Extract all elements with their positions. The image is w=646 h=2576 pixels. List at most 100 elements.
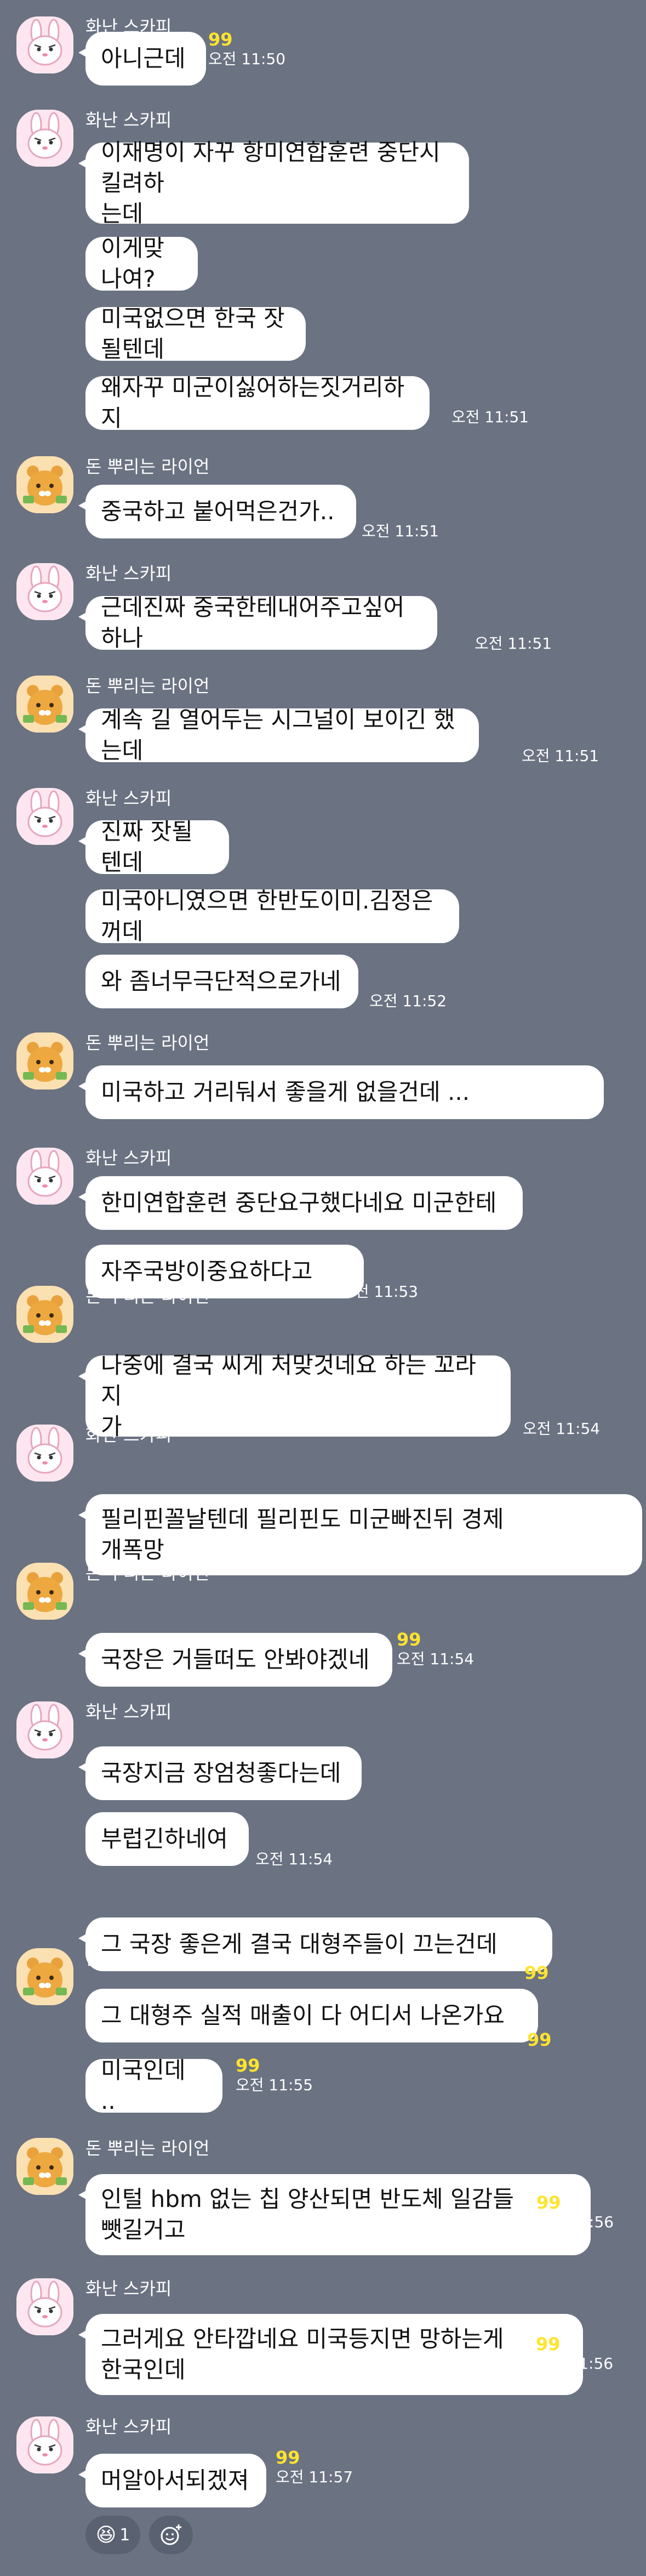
message-time: 오전 11:54 [255, 1850, 333, 1868]
lion-icon [16, 1948, 73, 2005]
message-meta: 99 오전 11:57 [276, 2448, 353, 2487]
message-text: 머알아서되겠져 [101, 2467, 249, 2494]
message-time: 오전 11:54 [397, 1650, 475, 1668]
message-bubble[interactable]: 한미연합훈련 중단요구했다네요 미군한테 [85, 1176, 523, 1230]
ryan-avatar[interactable] [16, 1948, 73, 2005]
message-meta: 오전 11:51 [475, 634, 552, 654]
message-bubble[interactable]: 계속 길 열어두는 시그널이 보이긴 했는데 [85, 706, 479, 764]
message-meta: 99 오전 11:55 [236, 2056, 313, 2095]
ryan-avatar[interactable] [16, 456, 73, 513]
sender-name: 돈 뿌리는 라이언 [85, 676, 210, 696]
reaction-count: 1 [119, 2525, 130, 2545]
lion-icon [16, 1563, 73, 1620]
message-text: 필리핀꼴날텐데 필리핀도 미군빠진뒤 경제 개폭망 [101, 1506, 504, 1563]
message-time: 오전 11:51 [451, 408, 529, 426]
message-time: 오전 11:51 [362, 522, 439, 540]
ryan-avatar[interactable] [16, 1032, 73, 1090]
message-time: 오전 11:57 [276, 2468, 353, 2486]
message-meta: 오전 11:51 [451, 407, 529, 427]
message-bubble[interactable]: 근데진짜 중국한테내어주고싶어하나 [85, 594, 437, 651]
message-text: 인털 hbm 없는 칩 양산되면 반도체 일감들 뺏길거고 [101, 2186, 514, 2243]
lion-icon [16, 1286, 73, 1343]
sender-name: 화난 스카피 [85, 563, 172, 584]
message-time: 오전 11:56 [536, 2213, 614, 2231]
chat-transcript[interactable]: 화난 스카피 화난 스카피 돈 뿌리는 라이언 화난 스카피 돈 뿌리는 라이언 화난 스… [0, 0, 646, 2576]
reaction-badge[interactable]: 😆 1 [85, 2516, 140, 2554]
message-text: 그러게요 안타깝네요 미국등지면 망하는게 한국인데 [101, 2325, 504, 2383]
message-time: 오전 11:54 [523, 1420, 601, 1438]
laughing-emoji-icon: 😆 [95, 2523, 117, 2546]
message-bubble[interactable]: 아니근데 [85, 32, 206, 86]
message-bubble[interactable]: 그 대형주 실적 매출이 다 어디서 나온가요 [85, 1989, 538, 2042]
message-time: 오전 11:56 [536, 2354, 614, 2373]
unread-count: 99 [397, 1629, 421, 1650]
message-bubble[interactable]: 그러게요 안타깝네요 미국등지면 망하는게 한국인데 [85, 2314, 583, 2395]
message-bubble[interactable]: 미국아니였으면 한반도이미.김정은꺼데 [85, 887, 459, 945]
message-bubble[interactable]: 미국인데 .. [85, 2057, 222, 2114]
message-text: 한미연합훈련 중단요구했다네요 미군한테 [101, 1189, 497, 1216]
message-bubble[interactable]: 국장지금 장엄청좋다는데 [85, 1746, 362, 1800]
lion-icon [16, 2138, 73, 2195]
message-text: 그 국장 좋은게 결국 대형주들이 끄는건데 [101, 1931, 498, 1957]
message-bubble[interactable]: 미국없으면 한국 잣될텐데 [85, 305, 306, 362]
message-bubble[interactable]: 국장은 거들떠도 안봐야겠네 [85, 1633, 392, 1687]
message-bubble[interactable]: 이게맞나여? [85, 235, 198, 292]
ryan-avatar[interactable] [16, 1286, 73, 1343]
message-bubble[interactable]: 나중에 결국 씨게 처맞것네요 하는 꼬라지 가 [85, 1352, 511, 1440]
message-text: 미국없으면 한국 잣될텐데 [101, 305, 285, 362]
message-text: 국장은 거들떠도 안봐야겠네 [101, 1646, 370, 1673]
message-bubble[interactable]: 진짜 잣될텐데 [85, 818, 229, 876]
message-time: 오전 11:54 [530, 1559, 608, 1577]
lion-icon [16, 456, 73, 513]
lion-icon [16, 676, 73, 733]
skapi-avatar[interactable] [16, 16, 73, 73]
message-meta: 오전 11:51 [362, 521, 439, 541]
message-bubble[interactable]: 인털 hbm 없는 칩 양산되면 반도체 일감들 뺏길거고 [85, 2174, 591, 2255]
sender-name: 화난 스카피 [85, 1148, 172, 1168]
message-time: 오전 11:51 [522, 747, 599, 765]
message-time: 오전 11:52 [369, 992, 447, 1010]
message-text: 진짜 잣될텐데 [101, 818, 193, 876]
message-text: 국장지금 장엄청좋다는데 [101, 1760, 341, 1786]
message-meta: 오전 11:54 [530, 1558, 608, 1578]
message-bubble[interactable]: 중국하고 붙어먹은건가.. [85, 485, 356, 538]
message-bubble[interactable]: 왜자꾸 미군이싫어하는짓거리하지 [85, 374, 430, 432]
ryan-avatar[interactable] [16, 1563, 73, 1620]
skapi-avatar[interactable] [16, 1425, 73, 1482]
skapi-avatar[interactable] [16, 110, 73, 167]
skapi-avatar[interactable] [16, 2278, 73, 2335]
ryan-avatar[interactable] [16, 676, 73, 733]
skapi-avatar[interactable] [16, 788, 73, 845]
message-text: 미국아니였으면 한반도이미.김정은꺼데 [101, 887, 433, 945]
message-meta: 99 [524, 1963, 549, 1983]
message-bubble[interactable]: 그 국장 좋은게 결국 대형주들이 끄는건데 [85, 1917, 552, 1971]
message-bubble[interactable]: 머알아서되겠져 [85, 2454, 266, 2507]
ryan-avatar[interactable] [16, 2138, 73, 2195]
bunny-icon [16, 1701, 73, 1758]
message-text: 아니근데 [101, 45, 186, 72]
message-bubble[interactable]: 부럽긴하네여 [85, 1812, 249, 1866]
lion-icon [16, 1032, 73, 1090]
skapi-avatar[interactable] [16, 1701, 73, 1758]
add-emoji-icon [161, 2524, 181, 2545]
message-bubble[interactable]: 이재명이 자꾸 항미연합훈련 중단시킬려하 는데 [85, 139, 469, 227]
message-meta: 99 [527, 2030, 552, 2050]
message-bubble[interactable]: 와 좀너무극단적으로가네 [85, 955, 358, 1008]
message-time: 오전 11:50 [208, 50, 286, 68]
message-meta: 오전 11:51 [522, 746, 599, 766]
message-meta: 오전 11:52 [369, 991, 447, 1011]
skapi-avatar[interactable] [16, 1148, 73, 1205]
message-meta: 99 오전 11:54 [397, 1630, 474, 1669]
message-text: 그 대형주 실적 매출이 다 어디서 나온가요 [101, 2002, 505, 2029]
skapi-avatar[interactable] [16, 2416, 73, 2473]
unread-count: 99 [276, 2447, 300, 2468]
message-meta: 99 오전 11:56 [536, 2193, 614, 2232]
message-bubble[interactable]: 자주국방이중요하다고 [85, 1245, 364, 1298]
add-reaction-button[interactable] [149, 2516, 193, 2554]
message-time: 오전 11:51 [475, 634, 552, 652]
sender-name: 화난 스카피 [85, 788, 172, 809]
message-text: 부럽긴하네여 [101, 1825, 228, 1852]
skapi-avatar[interactable] [16, 563, 73, 620]
message-text: 와 좀너무극단적으로가네 [101, 968, 341, 995]
unread-count: 99 [536, 2192, 561, 2213]
